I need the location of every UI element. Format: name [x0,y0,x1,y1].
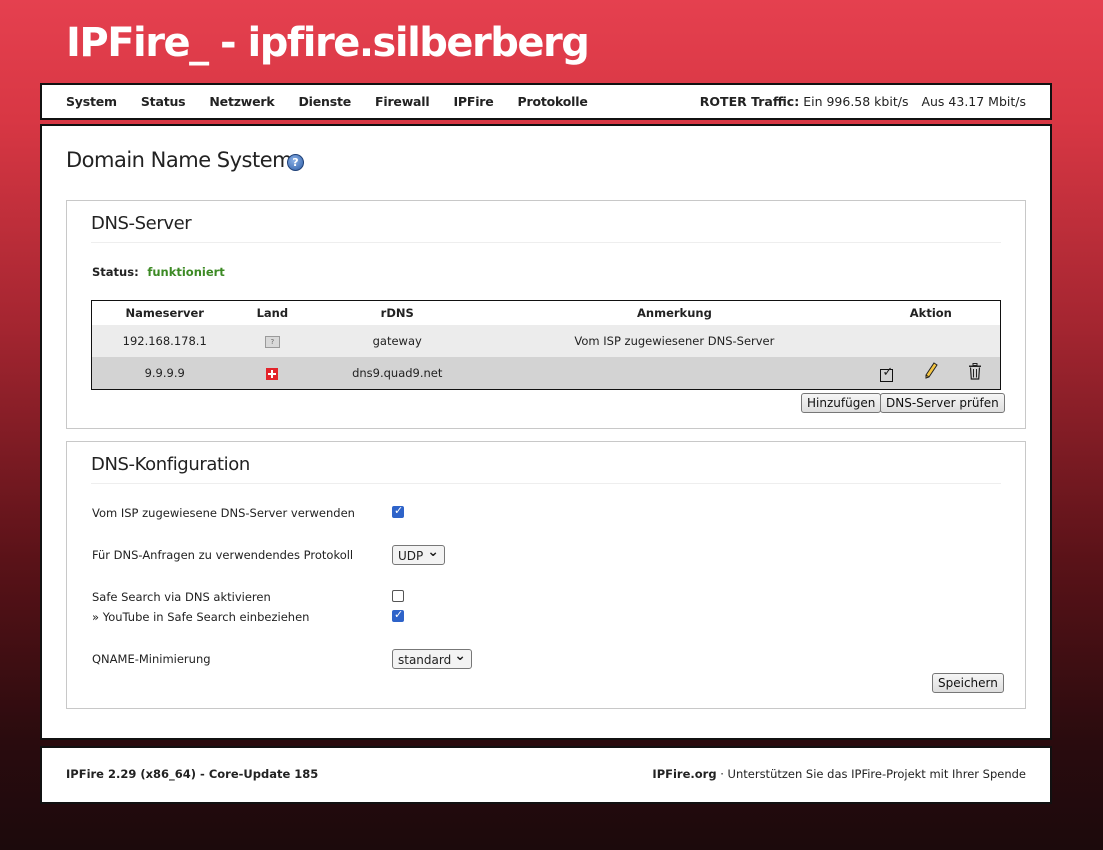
table-header: Nameserver Land rDNS Anmerkung Aktion [91,300,1001,325]
land-cell [237,357,308,390]
pencil-icon [925,362,938,379]
rdns-cell: dns9.quad9.net [307,357,488,390]
safesearch-checkbox[interactable] [392,590,404,602]
aktion-cell [861,325,1001,357]
protocol-label: Für DNS-Anfragen zu verwendendes Protoko… [92,548,354,562]
dns-status: Status: funktioniert [92,265,225,279]
swiss-flag-icon [266,367,279,380]
help-icon[interactable]: ? [287,154,304,171]
dns-server-table: Nameserver Land rDNS Anmerkung Aktion 19… [91,300,1001,390]
traffic-in: Ein 996.58 kbit/s [803,94,909,109]
table-row: 9.9.9.9 dns9.quad9.net [91,357,1001,390]
menu-status[interactable]: Status [141,94,186,109]
col-aktion: Aktion [861,300,1001,325]
save-button[interactable]: Speichern [932,673,1004,693]
col-rdns: rDNS [307,300,488,325]
dns-config-heading: DNS-Konfiguration [91,454,250,475]
protocol-select[interactable]: UDP [392,542,445,565]
menu-dienste[interactable]: Dienste [299,94,352,109]
section-divider [91,242,1001,243]
traffic-display: ROTER Traffic: Ein 996.58 kbit/s Aus 43.… [700,85,1026,118]
nameserver-cell: 192.168.178.1 [91,325,238,357]
menu-protokolle[interactable]: Protokolle [518,94,588,109]
delete-button[interactable] [953,363,997,384]
safesearch-label: Safe Search via DNS aktivieren [92,590,271,604]
table-row: 192.168.178.1 ? gateway Vom ISP zugewies… [91,325,1001,357]
edit-button[interactable] [909,362,953,384]
unknown-flag-icon: ? [264,335,280,348]
youtube-checkbox[interactable] [392,608,404,622]
checkbox-icon [880,365,894,382]
dns-server-heading: DNS-Server [91,213,192,234]
land-cell: ? [237,325,308,357]
brand-title: IPFire_ - ipfire.silberberg [66,20,590,66]
isp-dns-checkbox[interactable] [392,504,404,518]
anmerkung-cell: Vom ISP zugewiesener DNS-Server [487,325,862,357]
add-server-button[interactable]: Hinzufügen [801,393,882,413]
ipfire-org-link[interactable]: IPFire.org [652,767,716,781]
footer-links: IPFire.org · Unterstützen Sie das IPFire… [652,767,1026,781]
menu-netzwerk[interactable]: Netzwerk [209,94,274,109]
col-nameserver: Nameserver [91,300,238,325]
status-value: funktioniert [147,265,225,279]
col-land: Land [237,300,308,325]
menu-system[interactable]: System [66,94,117,109]
check-servers-button[interactable]: DNS-Server prüfen [880,393,1005,413]
dns-config-section: DNS-Konfiguration Vom ISP zugewiesene DN… [66,441,1026,709]
isp-dns-label: Vom ISP zugewiesene DNS-Server verwenden [92,506,355,520]
col-anmerkung: Anmerkung [487,300,862,325]
menu-ipfire[interactable]: IPFire [453,94,493,109]
top-navigation: System Status Netzwerk Dienste Firewall … [40,83,1052,120]
rdns-cell: gateway [307,325,488,357]
traffic-out: Aus 43.17 Mbit/s [921,94,1026,109]
aktion-cell [861,357,1001,390]
main-menu: System Status Netzwerk Dienste Firewall … [66,85,612,118]
enable-toggle-button[interactable] [865,365,909,384]
nameserver-cell: 9.9.9.9 [91,357,238,390]
anmerkung-cell [487,357,862,390]
qname-select[interactable]: standard [392,646,472,669]
qname-label: QNAME-Minimierung [92,652,211,666]
main-content: Domain Name System ? DNS-Server Status: … [40,124,1052,740]
trash-icon [968,363,981,380]
section-divider [91,483,1001,484]
traffic-label: ROTER Traffic: [699,94,800,109]
menu-firewall[interactable]: Firewall [375,94,430,109]
footer: IPFire 2.29 (x86_64) - Core-Update 185 I… [40,746,1052,804]
dns-server-section: DNS-Server Status: funktioniert Nameserv… [66,200,1026,429]
page-title: Domain Name System [66,148,293,172]
version-info: IPFire 2.29 (x86_64) - Core-Update 185 [66,767,319,781]
youtube-label: » YouTube in Safe Search einbeziehen [92,610,310,624]
status-label: Status: [92,265,139,279]
donate-text: · Unterstützen Sie das IPFire-Projekt mi… [716,767,1026,781]
